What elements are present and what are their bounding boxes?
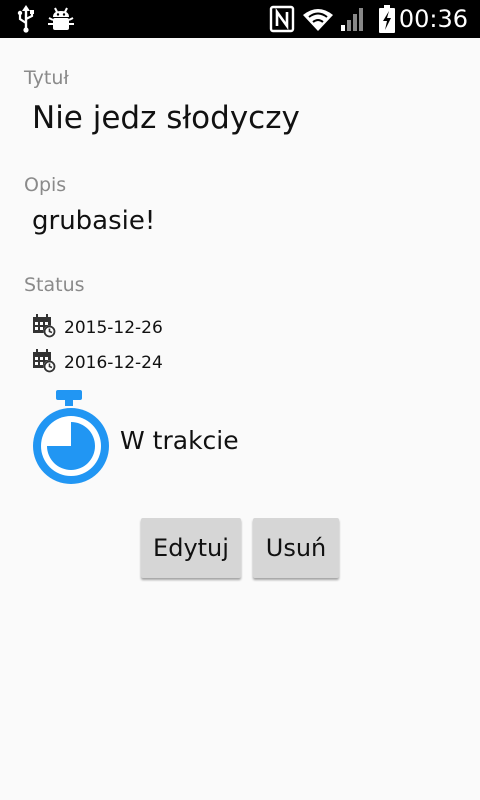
wifi-icon [300,0,336,38]
start-date-row: 2015-12-26 [32,314,163,342]
nfc-icon [268,0,296,38]
stopwatch-icon [28,388,114,492]
description-label: Opis [24,174,67,196]
task-state-row: W trakcie [28,390,239,490]
task-title: Nie jedz słodyczy [32,100,300,136]
end-date-row: 2016-12-24 [32,349,163,377]
edit-button[interactable]: Edytuj [141,518,241,578]
calendar-clock-icon [32,314,56,342]
start-date: 2015-12-26 [64,318,163,338]
android-debug-icon [46,0,76,38]
status-bar: 00:36 [0,0,480,38]
title-label: Tytuł [24,67,69,89]
clock: 00:36 [398,5,468,33]
battery-charging-icon [376,0,398,38]
status-label: Status [24,274,85,296]
usb-icon [14,0,38,38]
end-date: 2016-12-24 [64,353,163,373]
task-description: grubasie! [32,206,156,236]
task-state: W trakcie [120,425,239,455]
delete-button[interactable]: Usuń [253,518,339,578]
signal-icon [338,0,368,38]
calendar-clock-icon [32,349,56,377]
